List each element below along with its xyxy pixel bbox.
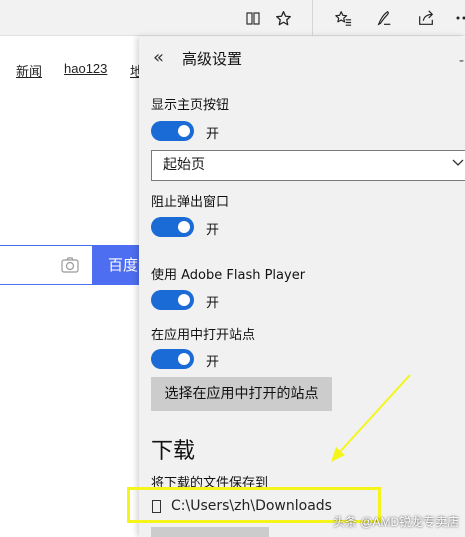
watermark: 头条 @AMD锐龙专卖店 <box>333 515 460 529</box>
annotation-arrow-icon <box>331 374 411 462</box>
